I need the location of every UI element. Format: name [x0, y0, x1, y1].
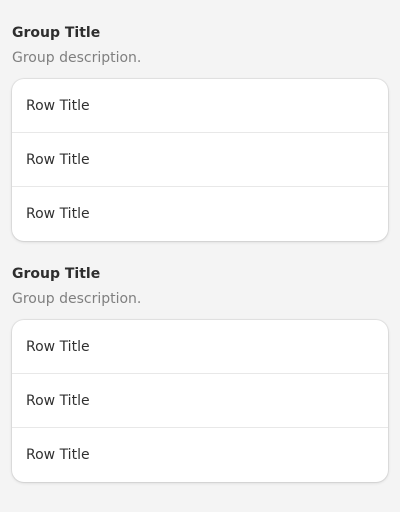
row-title: Row Title: [26, 338, 90, 355]
list-row[interactable]: Row Title: [12, 133, 388, 187]
list-row[interactable]: Row Title: [12, 320, 388, 374]
list-row[interactable]: Row Title: [12, 187, 388, 241]
list-row[interactable]: Row Title: [12, 428, 388, 482]
group-list: Row Title Row Title Row Title: [12, 79, 388, 241]
row-title: Row Title: [26, 447, 90, 463]
preferences-group-1: Group Title Group description. Row Title…: [12, 24, 388, 241]
group-list: Row Title Row Title Row Title: [12, 320, 388, 482]
list-row[interactable]: Row Title: [12, 374, 388, 428]
group-description: Group description.: [12, 50, 142, 66]
row-title: Row Title: [26, 97, 90, 114]
preferences-window: Group Title Group description. Row Title…: [0, 0, 400, 512]
row-title: Row Title: [26, 151, 90, 168]
list-row[interactable]: Row Title: [12, 79, 388, 133]
preferences-group-2: Group Title Group description. Row Title…: [12, 265, 388, 482]
group-description: Group description.: [12, 291, 142, 307]
group-title: Group Title: [12, 25, 101, 41]
preferences-page: Group Title Group description. Row Title…: [0, 0, 400, 482]
group-title: Group Title: [12, 266, 101, 282]
row-title: Row Title: [26, 392, 90, 409]
row-title: Row Title: [26, 206, 90, 222]
